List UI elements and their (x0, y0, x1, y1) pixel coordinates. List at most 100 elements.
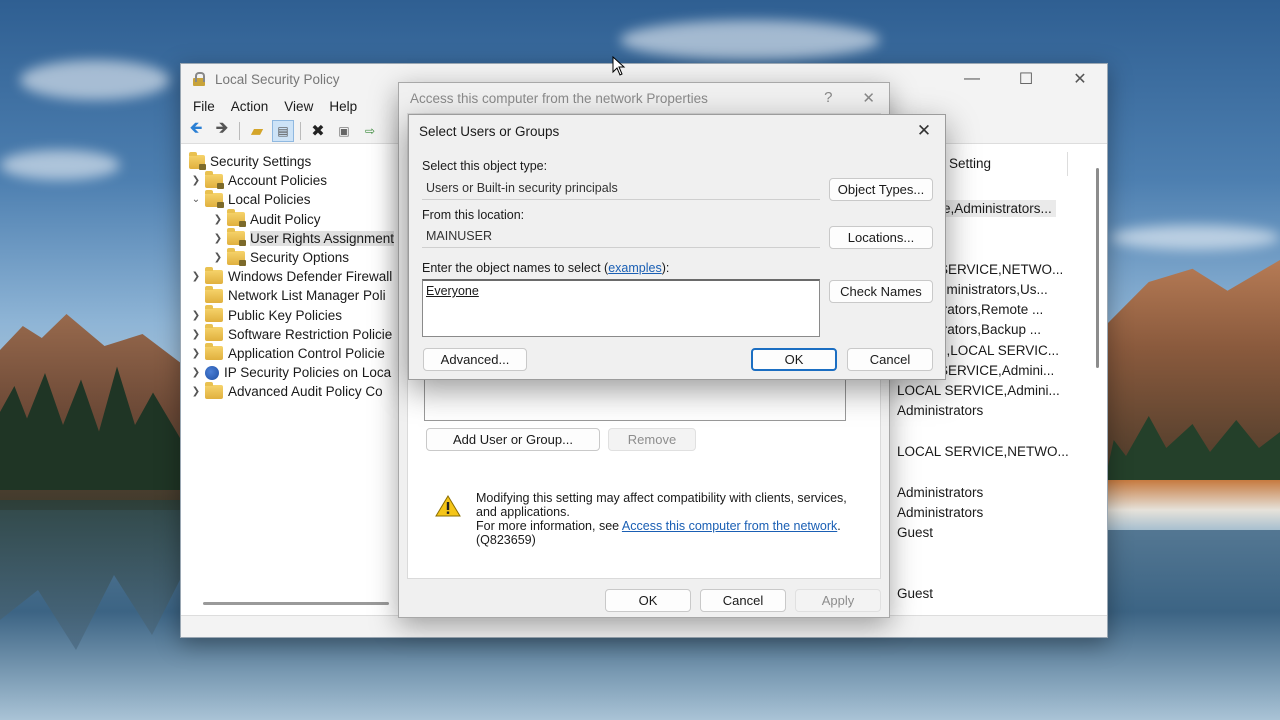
tree-item-label: Advanced Audit Policy Co (228, 384, 383, 400)
window-controls: — ☐ ✕ (945, 64, 1107, 94)
chevron-right-icon[interactable]: ❯ (189, 348, 203, 359)
warning-code: (Q823659) (476, 533, 536, 547)
chevron-right-icon[interactable]: ❯ (189, 271, 203, 282)
export-list-icon[interactable]: ⇨ (359, 120, 381, 142)
close-button[interactable]: ✕ (1053, 64, 1107, 94)
properties-close-button[interactable]: ✕ (862, 89, 875, 107)
chevron-down-icon[interactable]: ⌄ (189, 194, 203, 205)
chevron-right-icon[interactable]: ❯ (211, 233, 225, 244)
tree-item-windows-defender-firewall[interactable]: ❯ Windows Defender Firewall (181, 266, 403, 286)
column-header-setting[interactable]: Setting (949, 156, 991, 171)
help-button[interactable]: ? (824, 89, 832, 107)
chevron-right-icon[interactable]: ❯ (189, 310, 203, 321)
chevron-right-icon[interactable]: ❯ (189, 175, 203, 186)
cloud (20, 60, 170, 100)
back-arrow-icon[interactable]: 🡸 (185, 120, 207, 142)
locations-button[interactable]: Locations... (829, 226, 933, 249)
security-setting-cell[interactable]: trators,Remote ... (939, 302, 1043, 317)
cloud (1110, 225, 1280, 250)
security-setting-cell[interactable]: Guest (897, 525, 933, 540)
select-cancel-button[interactable]: Cancel (847, 348, 933, 371)
security-setting-cell[interactable]: SERVICE,NETWO... (939, 262, 1063, 277)
tree-item-software-restriction[interactable]: ❯ Software Restriction Policie (181, 324, 403, 344)
tree-item-label: Security Options (250, 250, 350, 266)
chevron-right-icon[interactable]: ❯ (189, 386, 203, 397)
object-types-button[interactable]: Object Types... (829, 178, 933, 201)
security-setting-cell[interactable]: dministrators,Us... (939, 282, 1048, 297)
select-users-title: Select Users or Groups (419, 123, 560, 139)
chevron-right-icon[interactable]: ❯ (211, 214, 225, 225)
security-setting-cell[interactable]: e,Administrators... (939, 200, 1056, 217)
folder-icon (205, 324, 223, 342)
advanced-button[interactable]: Advanced... (423, 348, 527, 371)
object-names-input[interactable]: Everyone (422, 279, 820, 337)
minimize-button[interactable]: — (945, 64, 999, 94)
properties-cancel-button[interactable]: Cancel (700, 589, 786, 612)
folder-icon (205, 381, 223, 399)
tree-item-public-key-policies[interactable]: ❯ Public Key Policies (181, 305, 403, 325)
delete-icon[interactable]: ✖ (307, 120, 329, 142)
close-icon[interactable]: ✕ (911, 119, 937, 143)
lake-reflection (0, 500, 190, 650)
select-users-titlebar[interactable]: Select Users or Groups ✕ (409, 115, 945, 147)
security-setting-cell[interactable]: Administrators (897, 485, 983, 500)
show-hide-console-tree-icon[interactable]: ▤ (272, 119, 294, 142)
folder-lock-icon (227, 209, 246, 228)
security-setting-cell[interactable]: LOCAL SERVICE,Admini... (897, 383, 1060, 398)
list-vertical-scrollbar[interactable] (1096, 168, 1099, 368)
examples-link[interactable]: examples (608, 261, 662, 275)
chevron-right-icon[interactable]: ❯ (189, 329, 203, 340)
security-setting-cell[interactable]: trators,Backup ... (939, 322, 1041, 337)
location-label: From this location: (422, 208, 525, 222)
security-setting-cell[interactable]: Administrators (897, 403, 983, 418)
select-ok-button[interactable]: OK (751, 348, 837, 371)
tree-item-label: Public Key Policies (228, 307, 343, 323)
tree-item-audit-policy[interactable]: ❯ Audit Policy (181, 209, 403, 229)
remove-button[interactable]: Remove (608, 428, 696, 451)
menu-file[interactable]: File (185, 97, 223, 116)
tree-item-user-rights-assignment[interactable]: ❯ User Rights Assignment (181, 228, 403, 248)
menu-help[interactable]: Help (321, 97, 365, 116)
tree-item-ip-security-policies[interactable]: ❯ IP Security Policies on Loca (181, 363, 403, 382)
add-user-or-group-button[interactable]: Add User or Group... (426, 428, 600, 451)
properties-titlebar[interactable]: Access this computer from the network Pr… (399, 83, 889, 113)
warning-text: Modifying this setting may affect compat… (476, 491, 861, 547)
tree-item-label: Audit Policy (250, 211, 321, 227)
up-folder-icon[interactable]: ▰ (246, 120, 268, 142)
tree-item-account-policies[interactable]: ❯ Account Policies (181, 170, 403, 190)
check-names-button[interactable]: Check Names (829, 280, 933, 303)
security-setting-cell[interactable]: e,LOCAL SERVIC... (939, 343, 1059, 358)
forward-arrow-icon[interactable]: 🡺 (211, 120, 233, 142)
menu-action[interactable]: Action (223, 97, 277, 116)
properties-ok-button[interactable]: OK (605, 589, 691, 612)
users-groups-listbox[interactable] (424, 379, 846, 421)
properties-controls: ? ✕ (824, 89, 875, 107)
warning-more-info: For more information, see Access this co… (476, 519, 861, 533)
tree-item-label: Network List Manager Poli (228, 288, 386, 304)
security-setting-cell[interactable]: LOCAL SERVICE,NETWO... (897, 444, 1069, 459)
tree-horizontal-scrollbar[interactable] (203, 602, 389, 605)
tree-item-advanced-audit-policy[interactable]: ❯ Advanced Audit Policy Co (181, 381, 403, 401)
tree-item-network-list-manager[interactable]: Network List Manager Poli (181, 285, 403, 305)
tree-item-security-settings[interactable]: Security Settings (181, 151, 403, 171)
properties-icon[interactable]: ▣ (333, 120, 355, 142)
folder-icon (205, 305, 223, 323)
folder-icon (205, 285, 223, 303)
properties-apply-button[interactable]: Apply (795, 589, 881, 612)
column-separator[interactable] (1067, 152, 1068, 176)
maximize-button[interactable]: ☐ (999, 64, 1053, 94)
menu-view[interactable]: View (276, 97, 321, 116)
chevron-right-icon[interactable]: ❯ (211, 252, 225, 263)
tree-item-local-policies[interactable]: ⌄ Local Policies (181, 189, 403, 209)
chevron-right-icon[interactable]: ❯ (189, 367, 203, 378)
security-setting-cell[interactable]: Administrators (897, 505, 983, 520)
security-setting-cell[interactable]: SERVICE,Admini... (939, 363, 1054, 378)
tree-item-application-control[interactable]: ❯ Application Control Policie (181, 343, 403, 363)
object-names-value: Everyone (426, 284, 479, 298)
object-type-field: Users or Built-in security principals (422, 177, 820, 200)
tree-item-security-options[interactable]: ❯ Security Options (181, 247, 403, 267)
security-setting-cell[interactable]: Guest (897, 586, 933, 601)
help-link[interactable]: Access this computer from the network (622, 519, 837, 533)
toolbar-separator (239, 121, 240, 140)
console-tree: Security Settings ❯ Account Policies ⌄ L… (181, 148, 403, 618)
